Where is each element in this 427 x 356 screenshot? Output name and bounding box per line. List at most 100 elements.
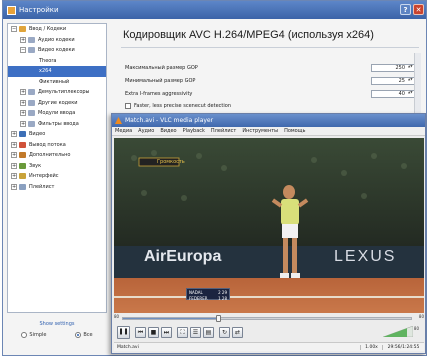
tree-item-1[interactable]: + Аудио кодеки — [8, 35, 106, 46]
osd-label: Громкость — [157, 159, 185, 165]
tree-item-label: Демультиплексоры — [38, 89, 90, 96]
tree-item-label: Вывод потока — [29, 141, 66, 148]
seek-area: 80 80 — [114, 314, 424, 324]
tree-item-6[interactable]: + Демультиплексоры — [8, 87, 106, 98]
tree-item-2[interactable]: − Видео кодеки — [8, 45, 106, 56]
option-min-gop: Минимальный размер GOP 25 — [125, 76, 415, 85]
category-icon — [28, 99, 35, 106]
expand-icon[interactable]: + — [11, 173, 17, 180]
extra-iframes-spinbox[interactable]: 40 — [371, 89, 415, 98]
option-fast-scenecut: Faster, less precise scenecut detection — [125, 101, 415, 110]
menu-item-2[interactable]: Видео — [160, 128, 176, 134]
expand-icon[interactable]: + — [20, 89, 26, 96]
fast-scenecut-checkbox[interactable] — [125, 102, 131, 109]
expand-icon[interactable]: + — [20, 110, 26, 117]
close-button[interactable]: ✕ — [413, 4, 424, 15]
seek-right-label: 80 — [418, 314, 424, 319]
video-area[interactable]: Громкость AirEuropa LEXUS NADAL 2 29 FEDE… — [114, 138, 424, 313]
tree-item-label: Фиктивный — [39, 78, 70, 85]
extended-settings-button[interactable]: ☰ — [190, 327, 201, 338]
vlc-window: Match.avi - VLC media player Медиа Аудио В… — [111, 113, 426, 354]
category-icon — [19, 131, 26, 138]
radio-all[interactable]: Все — [75, 332, 93, 338]
tree-item-9[interactable]: + Фильтры ввода — [8, 119, 106, 130]
status-time[interactable]: 29:56/1:24:55 — [382, 344, 424, 350]
tree-item-15[interactable]: + Плейлист — [8, 182, 106, 193]
preferences-titlebar: Настройки ? ✕ — [3, 1, 426, 19]
tree-item-label: Видео кодеки — [38, 47, 75, 54]
category-icon — [19, 162, 26, 169]
tree-item-14[interactable]: + Интерфейс — [8, 171, 106, 182]
stop-button[interactable]: ■ — [148, 327, 159, 338]
banner-lexus: LEXUS — [334, 248, 397, 265]
vlc-statusbar: Match.avi 1.00x 29:56/1:24:55 — [114, 342, 424, 351]
random-button[interactable]: ⇄ — [232, 327, 243, 338]
collapse-icon[interactable]: − — [11, 26, 17, 33]
prev-button[interactable]: ⏮ — [135, 327, 146, 338]
panel-title: Кодировщик AVC H.264/MPEG4 (используя x2… — [123, 29, 374, 41]
next-button[interactable]: ⏭ — [161, 327, 172, 338]
tree-item-7[interactable]: + Другие кодеки — [8, 98, 106, 109]
tree-item-8[interactable]: + Модули ввода — [8, 108, 106, 119]
tree-item-label: Другие кодеки — [38, 99, 78, 106]
tree-item-label: Плейлист — [29, 183, 55, 190]
seek-knob[interactable] — [216, 315, 222, 322]
tree-item-label: x264 — [39, 68, 52, 75]
tree-item-13[interactable]: + Звук — [8, 161, 106, 172]
show-settings-group: Show settings Simple Все — [7, 321, 107, 338]
tree-item-5[interactable]: Фиктивный — [8, 77, 106, 88]
expand-icon[interactable]: + — [20, 120, 26, 127]
volume-control[interactable]: 80 — [377, 326, 419, 337]
category-icon — [19, 26, 26, 33]
vlc-cone-icon — [115, 117, 122, 124]
tree-item-label: Интерфейс — [29, 173, 59, 180]
collapse-icon[interactable]: − — [20, 47, 26, 54]
expand-icon[interactable]: + — [11, 183, 17, 190]
status-speed[interactable]: 1.00x — [360, 344, 382, 350]
menu-item-6[interactable]: Помощь — [284, 128, 305, 134]
category-icon — [19, 152, 26, 159]
expand-icon[interactable]: + — [11, 141, 17, 148]
settings-tree: − Ввод / Кодеки + Аудио кодеки − Видео кодеки… — [7, 23, 107, 313]
category-icon — [28, 47, 35, 54]
help-button[interactable]: ? — [400, 4, 411, 15]
menu-item-4[interactable]: Плейлист — [211, 128, 236, 134]
menu-item-3[interactable]: Playback — [183, 128, 205, 134]
category-icon — [19, 183, 26, 190]
expand-icon[interactable]: + — [11, 131, 17, 138]
tree-item-label: Дополнительно — [29, 152, 71, 159]
tree-item-12[interactable]: + Дополнительно — [8, 150, 106, 161]
seek-fill — [123, 318, 219, 319]
option-max-gop: Максимальный размер GOP 250 — [125, 63, 415, 72]
expand-icon[interactable]: + — [20, 99, 26, 106]
tree-item-0[interactable]: − Ввод / Кодеки — [8, 24, 106, 35]
option-extra-iframes: Extra I-frames aggressivity 40 — [125, 89, 415, 98]
expand-icon[interactable]: + — [11, 162, 17, 169]
menu-item-0[interactable]: Медиа — [115, 128, 132, 134]
radio-simple[interactable]: Simple — [21, 332, 46, 338]
tree-item-11[interactable]: + Вывод потока — [8, 140, 106, 151]
category-icon — [19, 173, 26, 180]
menu-item-5[interactable]: Инструменты — [242, 128, 278, 134]
tree-item-label: Звук — [29, 162, 42, 169]
category-icon — [28, 36, 35, 43]
tree-item-3[interactable]: Theora — [8, 56, 106, 67]
menu-item-1[interactable]: Аудио — [138, 128, 154, 134]
tree-item-10[interactable]: + Видео — [8, 129, 106, 140]
tree-item-4[interactable]: x264 — [8, 66, 106, 77]
min-gop-spinbox[interactable]: 25 — [371, 76, 415, 85]
seek-slider[interactable] — [122, 315, 412, 322]
category-icon — [28, 120, 35, 127]
max-gop-spinbox[interactable]: 250 — [371, 63, 415, 72]
seek-left-label: 80 — [114, 314, 120, 319]
expand-icon[interactable]: + — [20, 36, 26, 43]
fullscreen-button[interactable]: ⛶ — [177, 327, 188, 338]
tree-item-label: Аудио кодеки — [38, 36, 75, 43]
volume-slider[interactable] — [383, 326, 413, 337]
scoreboard: NADAL 2 29 FEDERER 1 28 — [186, 288, 230, 301]
expand-icon[interactable]: + — [11, 152, 17, 159]
loop-button[interactable]: ↻ — [219, 327, 230, 338]
pause-button[interactable]: ❚❚ — [117, 326, 130, 339]
playlist-button[interactable]: ▤ — [203, 327, 214, 338]
tree-item-label: Ввод / Кодеки — [29, 26, 67, 33]
